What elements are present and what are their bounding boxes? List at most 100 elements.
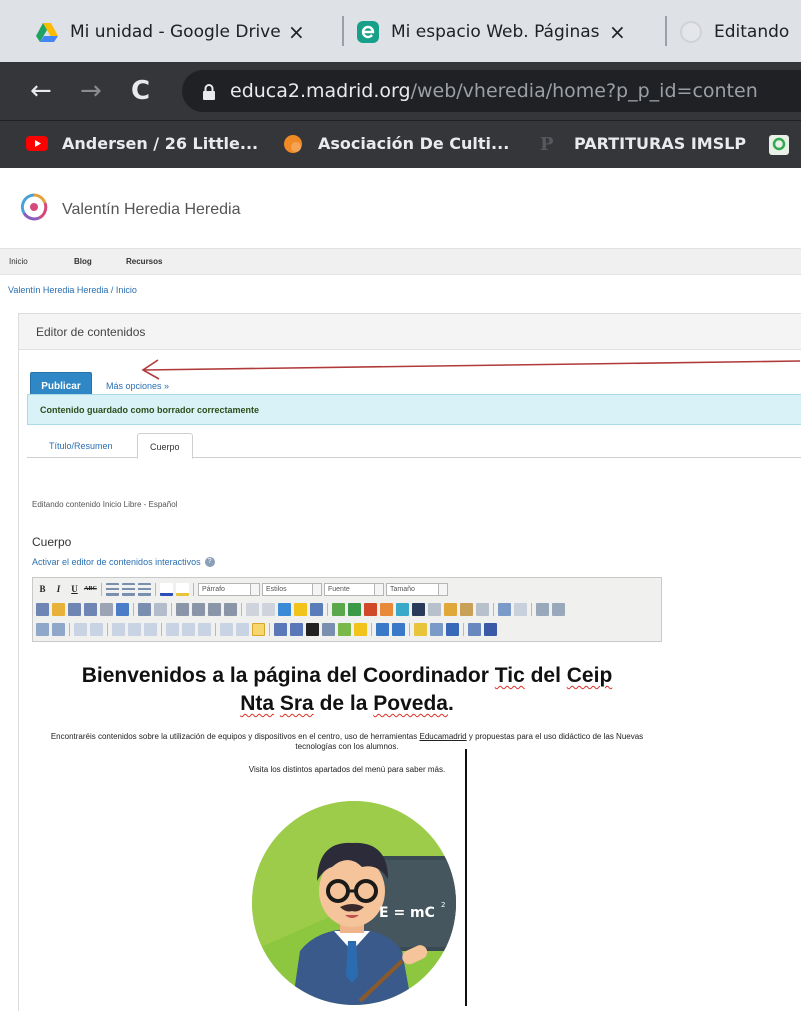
tab-title: Mi espacio Web. Páginas <box>391 22 600 42</box>
preview-icon[interactable] <box>36 622 49 636</box>
showblocks-icon[interactable] <box>236 622 249 636</box>
smiley-icon[interactable] <box>338 622 351 636</box>
strikethrough-button[interactable]: ABC <box>84 586 97 592</box>
spreadsheet-icon[interactable] <box>348 602 361 616</box>
edit-icon[interactable] <box>414 622 427 636</box>
iframe-icon[interactable] <box>376 622 389 636</box>
educamadrid-link[interactable]: Educamadrid <box>419 732 466 741</box>
breadcrumb[interactable]: Valentín Heredia Heredia / Inicio <box>8 285 137 295</box>
embed-icon[interactable] <box>306 622 319 636</box>
address-bar[interactable]: educa2.madrid.org/web/vheredia/home?p_p_… <box>182 70 801 112</box>
checkmark-icon[interactable] <box>446 622 459 636</box>
tab-title: Mi unidad - Google Drive <box>70 22 280 42</box>
align-center-icon[interactable] <box>52 602 65 616</box>
maps-icon[interactable] <box>768 134 790 156</box>
back-button[interactable]: ← <box>30 76 52 106</box>
close-icon[interactable]: × <box>288 20 305 44</box>
format-select[interactable]: Párrafo <box>198 582 260 596</box>
font-select[interactable]: Fuente <box>324 582 384 596</box>
ltr-icon[interactable] <box>100 602 113 616</box>
blockquote-icon[interactable] <box>176 602 189 616</box>
div-icon[interactable] <box>392 622 405 636</box>
flash-icon[interactable] <box>310 602 323 616</box>
font-select-value: Fuente <box>328 585 350 593</box>
editor-content-area[interactable]: Bienvenidos a la página del Coordinador … <box>32 642 662 1006</box>
reload-button[interactable]: C <box>131 76 150 106</box>
horizontal-rule-icon[interactable] <box>274 622 287 636</box>
editor-tabs: Título/Resumen Cuerpo <box>27 428 801 459</box>
flag-icon[interactable] <box>380 602 393 616</box>
page-break-icon[interactable] <box>354 622 367 636</box>
code-icon[interactable] <box>290 622 303 636</box>
redo-icon[interactable] <box>514 602 527 616</box>
table-icon[interactable] <box>332 602 345 616</box>
tab-editando[interactable]: Editando <box>680 8 801 56</box>
justify-icon[interactable] <box>84 602 97 616</box>
youtube-embed-icon[interactable] <box>364 602 377 616</box>
interactive-editor-link[interactable]: Activar el editor de contenidos interact… <box>32 557 215 567</box>
outdent-icon[interactable] <box>138 602 151 616</box>
unlink-icon[interactable] <box>262 602 275 616</box>
italic-button[interactable]: I <box>52 584 65 594</box>
copy-icon[interactable] <box>444 602 457 616</box>
size-select[interactable]: Tamaño <box>386 582 448 596</box>
radio-icon[interactable] <box>112 622 125 636</box>
align-icon[interactable] <box>138 582 151 596</box>
quote-icon[interactable] <box>192 602 205 616</box>
align-left-icon[interactable] <box>36 602 49 616</box>
superscript-icon[interactable] <box>224 602 237 616</box>
styles-select[interactable]: Estilos <box>262 582 322 596</box>
close-icon[interactable]: × <box>609 20 626 44</box>
bookmark-asociacion[interactable]: Asociación De Culti... <box>282 133 509 153</box>
media-icon[interactable] <box>396 602 409 616</box>
image-button-icon[interactable] <box>198 622 211 636</box>
annotation-arrow <box>141 359 801 380</box>
image-icon[interactable] <box>294 602 307 616</box>
bullet-list-icon[interactable] <box>106 582 119 596</box>
underline-button[interactable]: U <box>68 584 81 594</box>
forward-button[interactable]: → <box>80 76 102 106</box>
help-icon[interactable]: ? <box>204 557 215 567</box>
anchor-icon[interactable] <box>278 602 291 616</box>
form-icon[interactable] <box>74 622 87 636</box>
hidden-field-icon[interactable] <box>220 622 233 636</box>
highlight-color-icon[interactable] <box>176 582 189 596</box>
numbered-list-icon[interactable] <box>122 582 135 596</box>
nav-item-recursos[interactable]: Recursos <box>126 257 162 266</box>
replace-icon[interactable] <box>552 602 565 616</box>
textfield-icon[interactable] <box>128 622 141 636</box>
paste-word-icon[interactable] <box>116 602 129 616</box>
link-icon[interactable] <box>246 602 259 616</box>
bookmark-andersen[interactable]: Andersen / 26 Little... <box>26 133 258 153</box>
math-icon[interactable] <box>430 622 443 636</box>
tab-google-drive[interactable]: Mi unidad - Google Drive × <box>36 8 336 56</box>
subscript-icon[interactable] <box>208 602 221 616</box>
source-icon[interactable] <box>52 622 65 636</box>
indent-icon[interactable] <box>154 602 167 616</box>
select-field-icon[interactable] <box>166 622 179 636</box>
undo-icon[interactable] <box>498 602 511 616</box>
teacher-illustration[interactable]: E = mC 2 <box>252 801 457 1006</box>
highlight-block-icon[interactable] <box>252 622 265 636</box>
maximize-icon[interactable] <box>484 622 497 636</box>
paste-icon[interactable] <box>460 602 473 616</box>
nav-item-inicio[interactable]: Inicio <box>9 257 28 266</box>
bookmark-imslp[interactable]: P PARTITURAS IMSLP <box>538 133 746 154</box>
tab-cuerpo[interactable]: Cuerpo <box>137 433 193 459</box>
tab-mi-espacio[interactable]: Mi espacio Web. Páginas × <box>357 8 657 56</box>
nav-item-blog[interactable]: Blog <box>74 257 92 266</box>
scribd-icon[interactable] <box>412 602 425 616</box>
textarea-icon[interactable] <box>144 622 157 636</box>
button-field-icon[interactable] <box>182 622 195 636</box>
bold-button[interactable]: B <box>36 584 49 594</box>
find-icon[interactable] <box>536 602 549 616</box>
alert-message: Contenido guardado como borrador correct… <box>40 405 260 415</box>
align-right-icon[interactable] <box>68 602 81 616</box>
spellcheck-icon[interactable] <box>468 622 481 636</box>
text-color-icon[interactable] <box>160 582 173 596</box>
checkbox-icon[interactable] <box>90 622 103 636</box>
special-char-icon[interactable] <box>322 622 335 636</box>
paste-text-icon[interactable] <box>476 602 489 616</box>
tab-titulo-resumen[interactable]: Título/Resumen <box>37 433 125 459</box>
template-icon[interactable] <box>428 602 441 616</box>
